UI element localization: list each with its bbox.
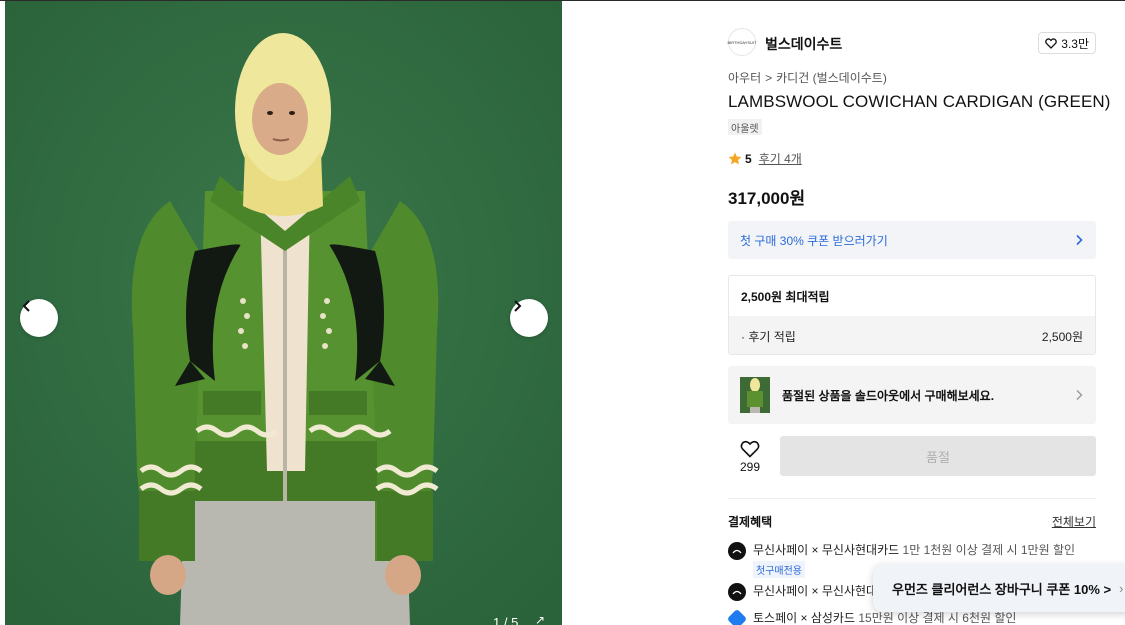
benefit-name: 토스페이 × 삼성카드 <box>753 611 855 625</box>
product-info-panel: BIRTHDAYSUIT 벌스데이수트 3.3만 아우터 > 카디건 (벌스데이… <box>712 16 1112 625</box>
toss-pay-icon <box>726 608 748 625</box>
benefit-desc: 15만원 이상 결제 시 6천원 할인 <box>858 611 1017 625</box>
star-icon <box>728 152 742 165</box>
soldout-button[interactable]: 품절 <box>780 436 1096 476</box>
musinsa-pay-icon <box>728 583 746 601</box>
wishlist-count: 299 <box>739 460 761 474</box>
breadcrumb-separator: > <box>765 70 773 85</box>
product-image-gallery[interactable]: 1 / 5 ↗ <box>5 1 562 625</box>
wishlist-button[interactable]: 299 <box>728 436 772 478</box>
brand-logo[interactable]: BIRTHDAYSUIT <box>728 28 756 56</box>
chevron-left-icon <box>22 300 30 312</box>
benefit-item: 무신사페이 × 무신사현대 <box>728 582 877 601</box>
soldout-thumbnail <box>740 377 770 413</box>
review-link[interactable]: 후기 4개 <box>759 150 802 167</box>
brand-name[interactable]: 벌스데이수트 <box>765 34 842 54</box>
heart-icon <box>740 440 760 458</box>
chevron-right-icon: › <box>1119 580 1124 596</box>
first-purchase-badge: 첫구매전용 <box>753 561 805 578</box>
brand-like-button[interactable]: 3.3만 <box>1038 32 1096 54</box>
chevron-right-icon <box>514 300 522 312</box>
view-all-benefits-link[interactable]: 전체보기 <box>1052 513 1096 530</box>
benefit-desc: 1만 1천원 이상 결제 시 1만원 할인 <box>902 543 1076 557</box>
brand-row: BIRTHDAYSUIT 벌스데이수트 3.3만 <box>728 26 1096 58</box>
gallery-next-button[interactable] <box>510 299 548 337</box>
product-title: LAMBSWOOL COWICHAN CARDIGAN (GREEN) <box>728 92 1111 111</box>
action-row: 299 품절 <box>728 436 1096 478</box>
expand-icon[interactable]: ↗ <box>535 613 545 625</box>
musinsa-pay-icon <box>728 542 746 560</box>
breadcrumb: 아우터 > 카디건 (벌스데이수트) <box>728 69 887 86</box>
brand-like-count: 3.3만 <box>1061 36 1089 51</box>
womens-clearance-coupon-banner[interactable]: 우먼즈 클리어런스 장바구니 쿠폰 10% > › <box>873 564 1125 612</box>
rating-score: 5 <box>745 151 752 166</box>
chevron-right-icon <box>1076 390 1083 400</box>
gallery-counter: 1 / 5 <box>493 615 519 625</box>
floating-banner-label: 우먼즈 클리어런스 장바구니 쿠폰 10% > <box>892 581 1112 597</box>
points-max: 2,500원 최대적립 <box>741 289 830 304</box>
points-review-row: · 후기 적립 2,500원 <box>729 316 1095 354</box>
breadcrumb-level2[interactable]: 카디건 (벌스데이수트) <box>776 69 887 86</box>
first-purchase-coupon-link[interactable]: 첫 구매 30% 쿠폰 받으러가기 <box>728 221 1096 259</box>
brand-logo-text: BIRTHDAYSUIT <box>727 39 757 45</box>
product-photo <box>5 1 562 625</box>
rating-row: 5 후기 4개 <box>728 150 802 167</box>
breadcrumb-level1[interactable]: 아우터 <box>728 69 761 86</box>
gallery-prev-button[interactable] <box>20 299 58 337</box>
heart-icon <box>1045 37 1058 49</box>
outlet-tag: 아울렛 <box>728 119 762 135</box>
points-box: 2,500원 최대적립 · 후기 적립 2,500원 <box>728 275 1096 355</box>
benefit-name: 무신사페이 × 무신사현대 <box>753 584 878 598</box>
points-review-value: 2,500원 <box>1041 329 1083 344</box>
chevron-right-icon <box>1076 234 1083 246</box>
soldout-link[interactable]: 품절된 상품을 솔드아웃에서 구매해보세요. <box>728 366 1096 424</box>
product-price: 317,000원 <box>728 189 806 208</box>
coupon-label: 첫 구매 30% 쿠폰 받으러가기 <box>740 233 888 248</box>
payment-benefits-heading: 결제혜택 <box>728 515 773 529</box>
soldout-text: 품절된 상품을 솔드아웃에서 구매해보세요. <box>782 388 995 403</box>
divider <box>728 498 1096 499</box>
benefit-name: 무신사페이 × 무신사현대카드 <box>753 543 900 557</box>
points-review-label: · 후기 적립 <box>741 329 796 344</box>
